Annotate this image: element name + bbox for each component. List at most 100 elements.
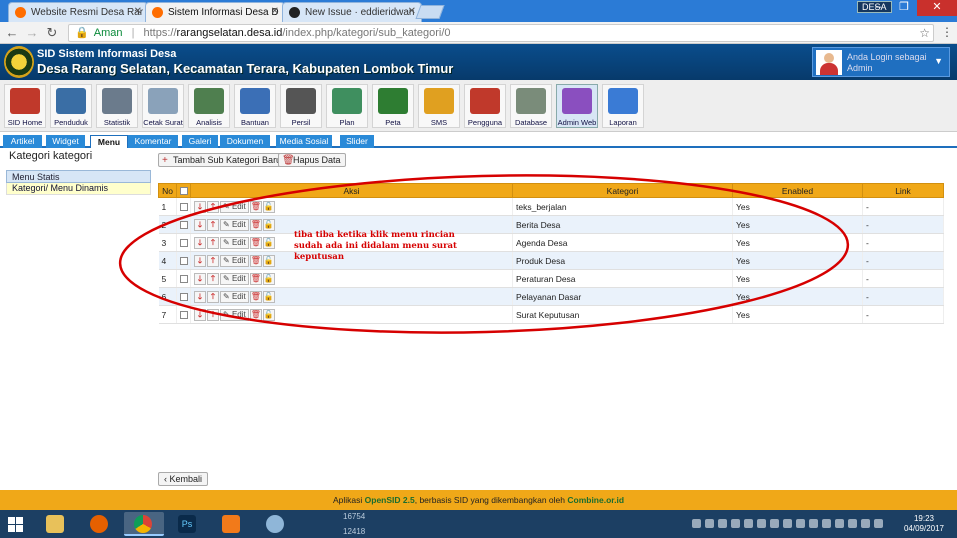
tray-icon[interactable] — [705, 519, 714, 528]
lock-icon[interactable]: 🔓 — [262, 290, 275, 303]
firefox-icon[interactable] — [80, 512, 120, 536]
tray-icon[interactable] — [692, 519, 701, 528]
back-arrow-icon[interactable]: ← — [4, 25, 20, 41]
browser-tab-sid[interactable]: Sistem Informasi Desa D ✕ — [145, 2, 285, 22]
toolbar-plan-button[interactable]: Plan — [326, 84, 368, 128]
delete-data-button[interactable]: 🗑 Hapus Data — [278, 153, 346, 167]
delete-icon[interactable]: 🗑 — [249, 200, 262, 213]
col-enabled[interactable]: Enabled — [732, 183, 863, 198]
delete-icon[interactable]: 🗑 — [249, 236, 262, 249]
toolbar-sms-button[interactable]: SMS — [418, 84, 460, 128]
volume-icon[interactable] — [848, 519, 857, 528]
move-up-icon[interactable]: 🡑 — [207, 236, 219, 249]
edit-button[interactable]: ✎ Edit — [220, 218, 249, 231]
col-no[interactable]: No — [158, 183, 177, 198]
row-select[interactable] — [176, 215, 191, 234]
col-link[interactable]: Link — [862, 183, 944, 198]
minimize-icon[interactable]: – — [865, 0, 891, 16]
col-select-all[interactable] — [176, 183, 191, 198]
reload-icon[interactable]: ↻ — [44, 25, 60, 41]
row-checkbox[interactable] — [180, 239, 188, 248]
browser-menu-icon[interactable]: ⋮ — [941, 25, 953, 39]
edit-button[interactable]: ✎ Edit — [220, 290, 249, 303]
delete-icon[interactable]: 🗑 — [249, 272, 262, 285]
close-icon[interactable]: ✕ — [408, 6, 416, 17]
row-select[interactable] — [176, 287, 191, 306]
row-select[interactable] — [176, 197, 191, 216]
photoshop-icon[interactable]: Ps — [168, 512, 208, 536]
toolbar-bantuan-button[interactable]: Bantuan — [234, 84, 276, 128]
tray-icon[interactable] — [835, 519, 844, 528]
row-checkbox[interactable] — [180, 221, 188, 230]
lock-icon[interactable]: 🔓 — [262, 308, 275, 321]
chrome-icon[interactable] — [124, 512, 164, 536]
tray-icon[interactable] — [822, 519, 831, 528]
move-up-icon[interactable]: 🡑 — [207, 290, 219, 303]
toolbar-persil-button[interactable]: Persil — [280, 84, 322, 128]
file-explorer-icon[interactable] — [36, 512, 76, 536]
tab-galeri[interactable]: Galeri — [182, 135, 218, 148]
close-icon[interactable]: ✕ — [134, 6, 142, 17]
windows-start-icon[interactable] — [8, 517, 24, 533]
tray-icon[interactable] — [731, 519, 740, 528]
footer-dev-link[interactable]: Combine.or.id — [567, 495, 624, 505]
move-down-icon[interactable]: 🡓 — [194, 200, 206, 213]
edit-button[interactable]: ✎ Edit — [220, 254, 249, 267]
move-up-icon[interactable]: 🡑 — [207, 218, 219, 231]
row-select[interactable] — [176, 233, 191, 252]
user-menu[interactable]: Anda Login sebagai Admin ▼ — [812, 47, 950, 77]
new-tab-button[interactable] — [415, 5, 445, 19]
edit-button[interactable]: ✎ Edit — [220, 200, 249, 213]
row-checkbox[interactable] — [180, 293, 188, 302]
network-icon[interactable] — [861, 519, 870, 528]
delete-icon[interactable]: 🗑 — [249, 218, 262, 231]
tab-slider[interactable]: Slider — [340, 135, 374, 148]
lock-icon[interactable]: 🔓 — [262, 236, 275, 249]
toolbar-admin-web-button[interactable]: Admin Web — [556, 84, 598, 128]
row-checkbox[interactable] — [180, 311, 188, 320]
select-all-checkbox[interactable] — [179, 187, 188, 196]
notification-icon[interactable] — [874, 519, 883, 528]
window-close-icon[interactable]: ✕ — [917, 0, 957, 16]
tab-media-sosial[interactable]: Media Sosial — [276, 135, 332, 148]
tray-icon[interactable] — [757, 519, 766, 528]
footer-app-name[interactable]: OpenSID 2.5 — [365, 495, 415, 505]
toolbar-pengguna-button[interactable]: Pengguna — [464, 84, 506, 128]
edit-button[interactable]: ✎ Edit — [220, 272, 249, 285]
add-subcategory-button[interactable]: + Tambah Sub Kategori Baru — [158, 153, 287, 167]
row-select[interactable] — [176, 269, 191, 288]
lock-icon[interactable]: 🔓 — [262, 218, 275, 231]
delete-icon[interactable]: 🗑 — [249, 308, 262, 321]
sidebar-item-menu-statis[interactable]: Menu Statis — [6, 170, 151, 183]
toolbar-analisis-button[interactable]: Analisis — [188, 84, 230, 128]
tray-icon[interactable] — [770, 519, 779, 528]
tab-komentar[interactable]: Komentar — [128, 135, 178, 148]
sidebar-item-menu-dinamis[interactable]: Kategori/ Menu Dinamis — [6, 183, 151, 195]
system-clock[interactable]: 19:23 04/09/2017 — [900, 514, 948, 534]
move-up-icon[interactable]: 🡑 — [207, 200, 219, 213]
tray-icon[interactable] — [809, 519, 818, 528]
tray-icon[interactable] — [783, 519, 792, 528]
toolbar-peta-button[interactable]: Peta — [372, 84, 414, 128]
edit-button[interactable]: ✎ Edit — [220, 236, 249, 249]
tray-icon[interactable] — [744, 519, 753, 528]
lock-icon[interactable]: 🔓 — [262, 200, 275, 213]
col-kategori[interactable]: Kategori — [512, 183, 733, 198]
restore-icon[interactable]: ❐ — [891, 0, 917, 16]
move-up-icon[interactable]: 🡑 — [207, 308, 219, 321]
tab-widget[interactable]: Widget — [46, 135, 85, 148]
toolbar-laporan-button[interactable]: Laporan — [602, 84, 644, 128]
tray-icon[interactable] — [718, 519, 727, 528]
tab-menu[interactable]: Menu — [90, 135, 128, 148]
toolbar-database-button[interactable]: Database — [510, 84, 552, 128]
row-select[interactable] — [176, 251, 191, 270]
forward-arrow-icon[interactable]: → — [24, 25, 40, 41]
move-down-icon[interactable]: 🡓 — [194, 236, 206, 249]
row-checkbox[interactable] — [180, 203, 188, 212]
move-down-icon[interactable]: 🡓 — [194, 308, 206, 321]
lock-icon[interactable]: 🔓 — [262, 254, 275, 267]
toolbar-penduduk-button[interactable]: Penduduk — [50, 84, 92, 128]
close-icon[interactable]: ✕ — [271, 6, 279, 17]
foxit-reader-icon[interactable] — [212, 512, 252, 536]
move-up-icon[interactable]: 🡑 — [207, 254, 219, 267]
